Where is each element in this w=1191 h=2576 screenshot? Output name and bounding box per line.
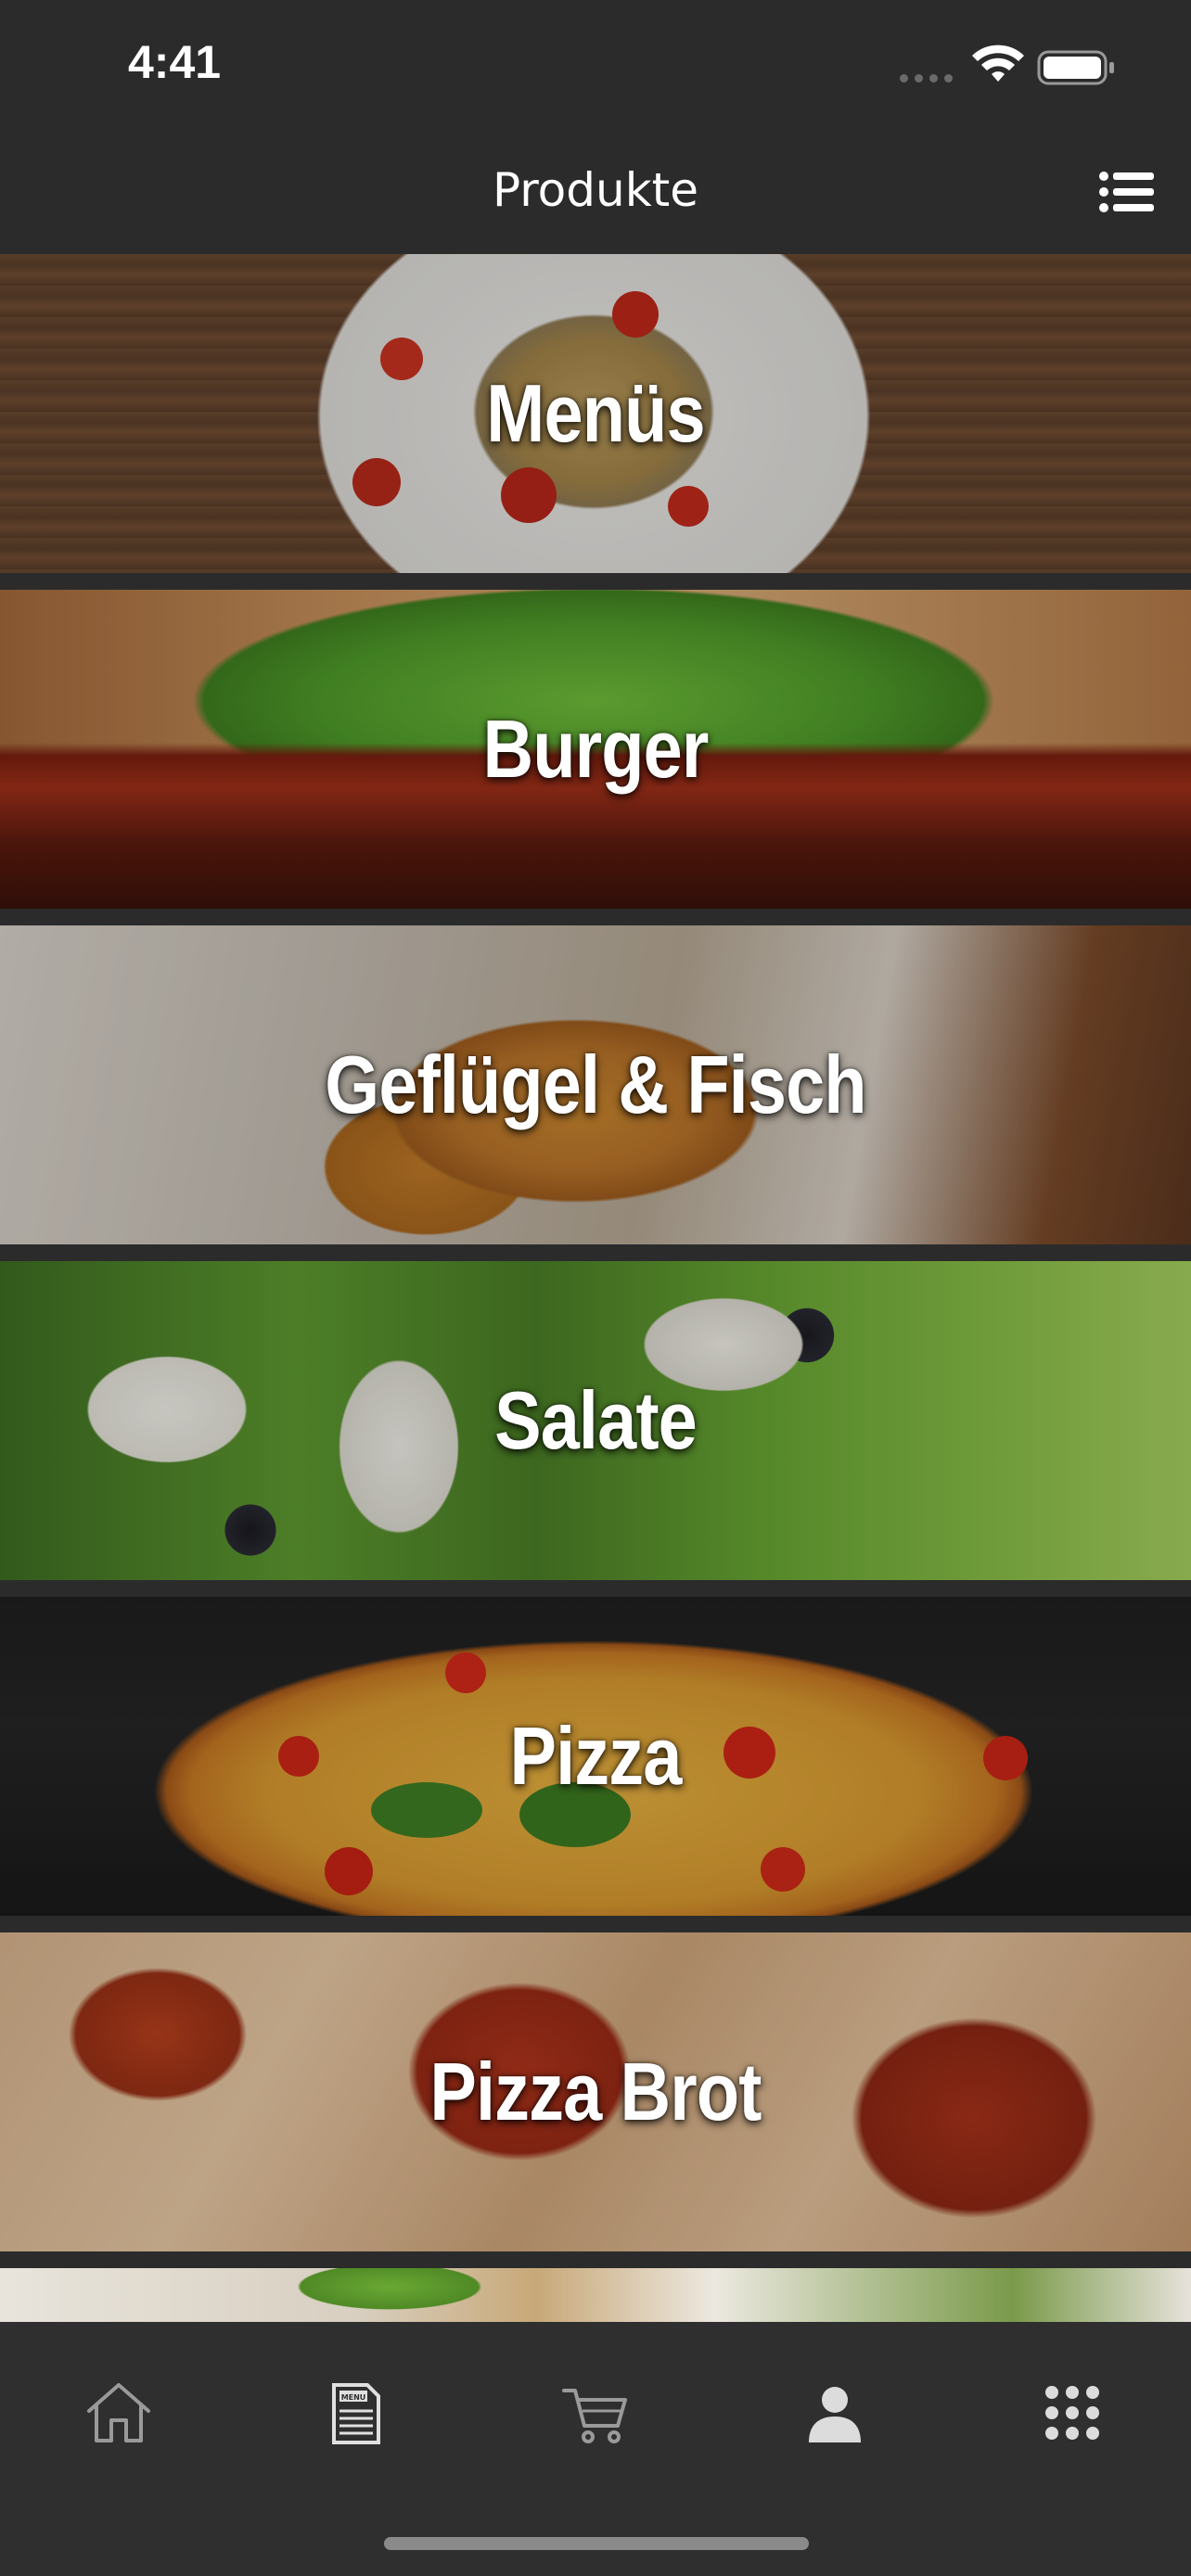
grid-icon — [1045, 2386, 1099, 2440]
category-label: Salate — [494, 1374, 698, 1466]
navigation-bar: Produkte — [0, 135, 1191, 254]
partial-dish-image — [0, 2268, 1191, 2322]
category-label: Geflügel & Fisch — [325, 1039, 866, 1130]
signal-dots-icon — [900, 74, 953, 83]
category-label: Pizza Brot — [429, 2046, 762, 2137]
home-icon — [87, 2383, 150, 2442]
category-tile-burger[interactable]: Burger — [0, 590, 1191, 909]
menu-card-icon: MENU — [332, 2383, 380, 2444]
tab-menu[interactable]: MENU — [310, 2366, 403, 2459]
battery-icon — [1037, 50, 1114, 85]
category-tile-pizza[interactable]: Pizza — [0, 1597, 1191, 1916]
category-tile-pizza-bread[interactable]: Pizza Brot — [0, 1932, 1191, 2251]
status-bar: 4:41 — [0, 0, 1191, 135]
category-tile-salads[interactable]: Salate — [0, 1261, 1191, 1580]
page-title: Produkte — [492, 163, 699, 217]
wifi-icon — [972, 45, 1024, 82]
category-tile-poultry-fish[interactable]: Geflügel & Fisch — [0, 925, 1191, 1244]
cart-icon — [562, 2389, 627, 2443]
tab-more[interactable] — [1026, 2366, 1119, 2459]
status-time: 4:41 — [128, 36, 222, 88]
category-list: Menüs Burger Geflügel & Fisch Salate Piz… — [0, 254, 1191, 2322]
tab-home[interactable] — [72, 2366, 165, 2459]
category-tile-partial[interactable] — [0, 2268, 1191, 2322]
user-icon — [809, 2387, 861, 2442]
tab-cart[interactable] — [549, 2366, 642, 2459]
category-label: Burger — [482, 703, 710, 795]
svg-text:MENU: MENU — [341, 2393, 366, 2402]
category-label: Pizza — [509, 1710, 683, 1802]
category-tile-menus[interactable]: Menüs — [0, 254, 1191, 573]
home-indicator — [384, 2537, 809, 2550]
app-screen: 4:41 Produkte Menüs Burger Geflügel & Fi… — [0, 0, 1191, 2576]
list-icon[interactable] — [1098, 169, 1156, 215]
tab-account[interactable] — [788, 2366, 881, 2459]
category-label: Menüs — [486, 367, 705, 459]
